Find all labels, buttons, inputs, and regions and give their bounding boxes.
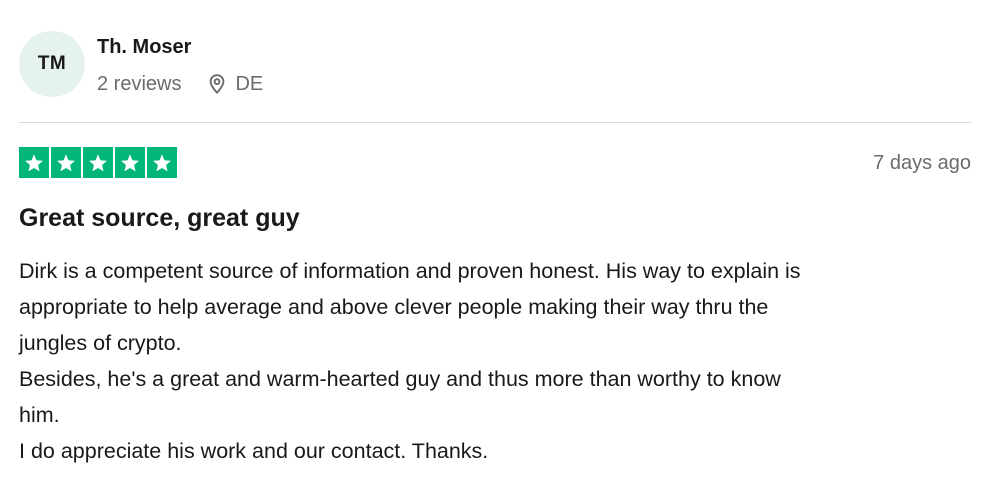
review-date: 7 days ago: [873, 152, 971, 174]
review-title[interactable]: Great source, great guy: [19, 204, 300, 233]
location-code: DE: [235, 72, 264, 95]
review-body-line: Besides, he's a great and warm-hearted g…: [19, 367, 781, 391]
star-icon: [147, 147, 177, 178]
star-icon: [115, 147, 145, 178]
reviewer-location: DE: [207, 73, 263, 96]
review-body-line: jungles of crypto.: [19, 331, 182, 355]
reviewer-name[interactable]: Th. Moser: [97, 36, 191, 59]
star-icon: [19, 147, 49, 178]
star-icon: [83, 147, 113, 178]
review-count: 2 reviews: [97, 72, 182, 95]
review-card: TM Th. Moser 2 reviews DE 7 days ago Gre…: [0, 0, 1000, 489]
avatar[interactable]: TM: [19, 31, 85, 97]
review-body-line: I do appreciate his work and our contact…: [19, 439, 489, 463]
divider: [19, 122, 972, 123]
reviewer-meta: 2 reviews DE: [97, 71, 263, 97]
review-body-line: appropriate to help average and above cl…: [19, 295, 769, 319]
review-body: Dirk is a competent source of informatio…: [19, 253, 979, 469]
star-icon: [51, 147, 81, 178]
avatar-initials: TM: [37, 53, 67, 74]
star-rating: [19, 147, 179, 178]
review-body-line: Dirk is a competent source of informatio…: [19, 259, 801, 283]
map-pin-icon: [207, 73, 227, 95]
review-body-line: him.: [19, 403, 60, 427]
